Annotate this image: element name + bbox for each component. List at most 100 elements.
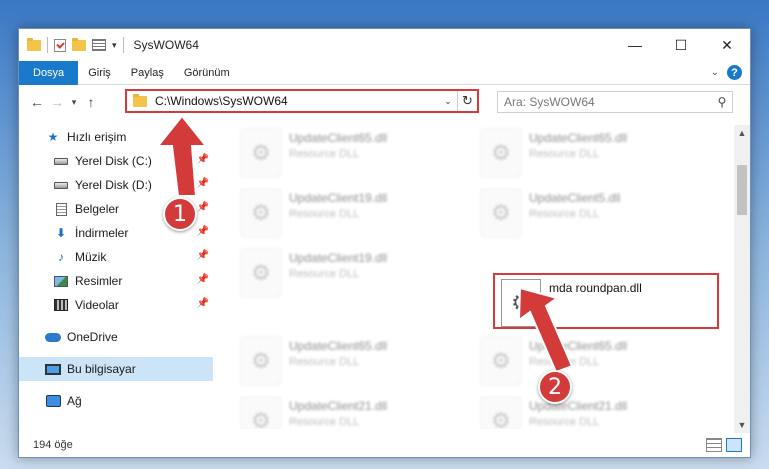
sidebar-item-this-pc[interactable]: Bu bilgisayar	[19, 357, 213, 381]
search-input[interactable]: Ara: SysWOW64	[504, 95, 712, 109]
music-icon: ♪	[58, 250, 64, 264]
pictures-icon	[53, 274, 69, 288]
pin-icon[interactable]: 📌	[197, 226, 209, 237]
title-bar: ▾ SysWOW64 — ☐ ✕	[19, 29, 750, 61]
file-name: UpdateClient65.dll	[289, 339, 388, 353]
ribbon-tabs: Dosya Giriş Paylaş Görünüm ⌄ ?	[19, 60, 750, 85]
recent-locations-button[interactable]: ▾	[67, 97, 81, 108]
file-type: Resource DLL	[289, 208, 360, 220]
sidebar-item-network[interactable]: Ağ	[19, 389, 213, 413]
network-icon	[45, 394, 61, 408]
sidebar-item-pictures[interactable]: Resimler 📌	[19, 269, 213, 293]
dll-file-icon: ⚙	[241, 249, 281, 297]
scroll-down-icon[interactable]: ▼	[734, 417, 750, 433]
file-type: Resource DLL	[289, 356, 360, 368]
file-type: Resource DLL	[529, 148, 600, 160]
sidebar-item-label: OneDrive	[67, 330, 118, 344]
vertical-scrollbar[interactable]: ▲ ▼	[734, 125, 750, 433]
sidebar-item-label: Yerel Disk (C:)	[75, 154, 152, 168]
quick-access-toolbar: ▾	[27, 37, 124, 53]
pin-icon[interactable]: 📌	[197, 274, 209, 285]
tab-dosya[interactable]: Dosya	[19, 60, 79, 85]
file-tile[interactable]: ⚙ UpdateClient5.dll Resource DLL	[481, 189, 707, 245]
tiles-view-icon[interactable]	[726, 438, 742, 452]
pin-icon[interactable]: 📌	[197, 250, 209, 261]
back-button[interactable]: ←	[27, 94, 47, 110]
separator	[47, 37, 48, 53]
forward-button[interactable]: →	[47, 94, 67, 110]
pin-icon[interactable]: 📌	[197, 202, 209, 213]
view-switcher	[706, 438, 742, 452]
refresh-icon[interactable]: ↻	[457, 91, 477, 111]
file-tile-selected[interactable]: ⚙ mda roundpan.dll	[493, 273, 719, 329]
file-name: UpdateClient65.dll	[529, 339, 628, 353]
navigation-pane: ★ Hızlı erişim Yerel Disk (C:) 📌 Yerel D…	[19, 125, 213, 425]
address-bar[interactable]: C:\Windows\SysWOW64 ⌄ ↻	[125, 89, 479, 113]
view-options-icon[interactable]	[92, 39, 106, 51]
sidebar-item-videos[interactable]: Videolar 📌	[19, 293, 213, 317]
minimize-button[interactable]: —	[612, 29, 658, 61]
file-tile[interactable]: ⚙ UpdateClient65.dll Resource DLL	[241, 129, 467, 185]
address-dropdown-icon[interactable]: ⌄	[439, 96, 457, 107]
videos-icon	[53, 298, 69, 312]
search-box[interactable]: Ara: SysWOW64 ⚲	[497, 91, 733, 113]
dll-file-icon: ⚙	[481, 129, 521, 177]
maximize-button[interactable]: ☐	[658, 29, 704, 61]
file-name: UpdateClient21.dll	[289, 399, 388, 413]
separator	[122, 37, 124, 53]
document-icon	[53, 202, 69, 216]
file-name: UpdateClient19.dll	[289, 191, 388, 205]
dll-file-icon: ⚙	[241, 129, 281, 177]
cloud-icon	[45, 330, 61, 344]
new-folder-icon[interactable]	[72, 37, 86, 51]
close-button[interactable]: ✕	[704, 29, 750, 61]
details-view-icon[interactable]	[706, 438, 722, 452]
tab-giris[interactable]: Giriş	[78, 61, 121, 85]
ribbon-right: ⌄ ?	[711, 65, 742, 80]
sidebar-item-label: Yerel Disk (D:)	[75, 178, 152, 192]
expand-ribbon-icon[interactable]: ⌄	[711, 67, 719, 78]
customize-dropdown-icon[interactable]: ▾	[112, 40, 117, 51]
address-text[interactable]: C:\Windows\SysWOW64	[155, 94, 439, 108]
window-title: SysWOW64	[133, 38, 199, 52]
sidebar-item-local-disk-d[interactable]: Yerel Disk (D:) 📌	[19, 173, 213, 197]
sidebar-item-onedrive[interactable]: OneDrive	[19, 325, 213, 349]
drive-icon	[53, 178, 69, 192]
scroll-thumb[interactable]	[737, 165, 747, 215]
folder-icon	[27, 37, 41, 51]
file-name: UpdateClient65.dll	[289, 131, 388, 145]
sidebar-item-quick-access[interactable]: ★ Hızlı erişim	[19, 125, 213, 149]
download-icon: ⬇	[55, 226, 67, 240]
file-tile[interactable]: ⚙ UpdateClient65.dll Resource DLL	[241, 337, 467, 393]
star-icon: ★	[47, 130, 59, 144]
sidebar-item-label: Resimler	[75, 274, 123, 288]
pin-icon[interactable]: 📌	[197, 178, 209, 189]
tab-paylas[interactable]: Paylaş	[121, 61, 174, 85]
scroll-up-icon[interactable]: ▲	[734, 125, 750, 141]
file-tile[interactable]: ⚙ UpdateClient21.dll Resource DLL	[241, 397, 467, 429]
file-name: UpdateClient5.dll	[529, 191, 621, 205]
file-tile[interactable]: ⚙ UpdateClient65.dll Resource DLL	[481, 337, 707, 393]
drive-icon	[53, 154, 69, 168]
help-icon[interactable]: ?	[727, 65, 742, 80]
file-tile[interactable]: ⚙ UpdateClient21.dll Resource DLL	[481, 397, 707, 429]
tab-gorunum[interactable]: Görünüm	[174, 61, 240, 85]
pin-icon[interactable]: 📌	[197, 154, 209, 165]
sidebar-item-music[interactable]: ♪ Müzik 📌	[19, 245, 213, 269]
pin-icon[interactable]: 📌	[197, 298, 209, 309]
file-type: Resource DLL	[529, 208, 600, 220]
file-explorer-window: ▾ SysWOW64 — ☐ ✕ Dosya Giriş Paylaş Görü…	[18, 28, 751, 458]
dll-file-icon: ⚙	[481, 337, 521, 385]
file-tile[interactable]: ⚙ UpdateClient19.dll Resource DLL	[241, 189, 467, 245]
sidebar-item-label: Bu bilgisayar	[67, 362, 136, 376]
file-name: UpdateClient21.dll	[529, 399, 628, 413]
dll-file-icon: ⚙	[241, 189, 281, 237]
search-icon[interactable]: ⚲	[712, 95, 732, 109]
dll-file-icon: ⚙	[501, 279, 541, 327]
file-tile[interactable]: ⚙ UpdateClient65.dll Resource DLL	[481, 129, 707, 185]
sidebar-item-local-disk-c[interactable]: Yerel Disk (C:) 📌	[19, 149, 213, 173]
properties-check-icon[interactable]	[54, 38, 66, 52]
file-type: Resource DLL	[289, 148, 360, 160]
file-tile[interactable]: ⚙ UpdateClient19.dll Resource DLL	[241, 249, 467, 305]
up-button[interactable]: ↑	[81, 94, 101, 110]
